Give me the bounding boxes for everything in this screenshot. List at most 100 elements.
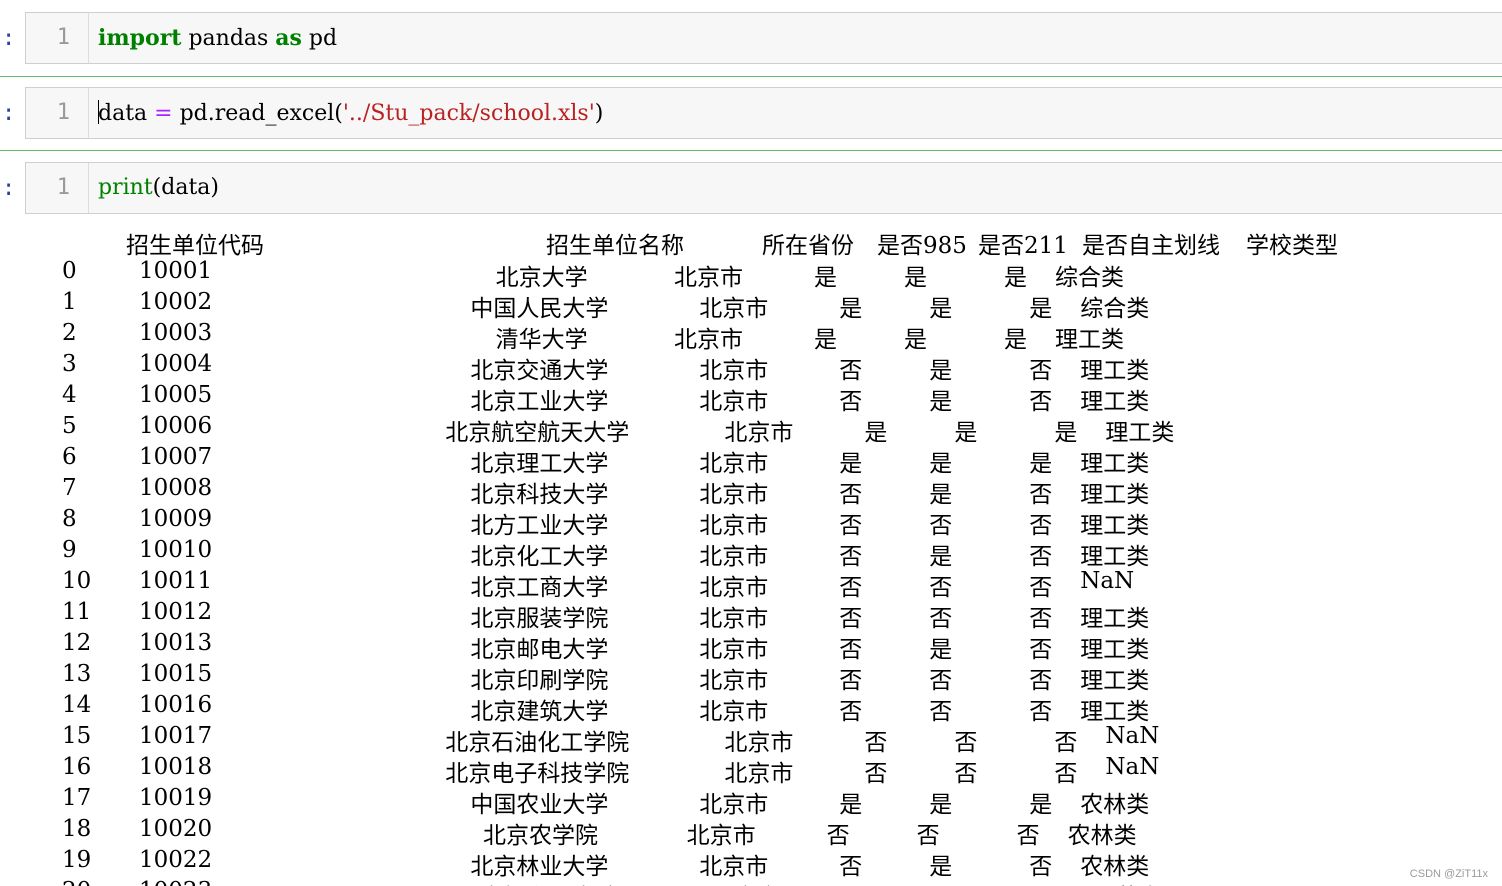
province: 北京市 — [699, 699, 769, 725]
unit-code: 10015 — [139, 661, 213, 687]
column-header: 是否985 — [877, 233, 967, 259]
unit-code: 10004 — [139, 351, 213, 377]
is-985: 否 — [839, 637, 863, 663]
table-row: 13 10015 北京印刷学院 北京市 否 否 否 理工类 — [0, 661, 1502, 694]
row-index: 10 — [62, 568, 92, 594]
row-index: 19 — [62, 847, 92, 873]
row-index: 6 — [62, 444, 77, 470]
notebook-cell-3[interactable]: : 1 print(data) — [0, 162, 1502, 216]
line-number: 1 — [56, 175, 70, 200]
is-985: 否 — [839, 699, 863, 725]
table-row: 7 10008 北京科技大学 北京市 否 是 否 理工类 — [0, 475, 1502, 508]
code-token: import — [98, 25, 182, 51]
province: 北京市 — [674, 265, 743, 291]
is-985: 是 — [839, 792, 863, 818]
is-211: 是 — [904, 327, 927, 353]
code-token: print — [98, 175, 153, 200]
table-row: 3 10004 北京交通大学 北京市 否 是 否 理工类 — [0, 351, 1502, 384]
province: 北京市 — [724, 730, 794, 756]
province: 北京市 — [699, 606, 769, 632]
unit-name: 北京电子科技学院 — [445, 761, 630, 787]
watermark: CSDN @ZiT11x — [1409, 868, 1488, 880]
unit-name: 北京大学 — [495, 265, 588, 291]
school-type: 综合类 — [1055, 265, 1124, 291]
school-type: 理工类 — [1080, 451, 1150, 477]
row-index: 13 — [62, 661, 92, 687]
cell-prompt: : — [2, 176, 16, 201]
is-985: 否 — [839, 513, 863, 539]
table-row: 19 10022 北京林业大学 北京市 否 是 否 农林类 — [0, 847, 1502, 880]
school-type: 理工类 — [1080, 389, 1150, 415]
is-985: 否 — [839, 575, 863, 601]
table-row: 14 10016 北京建筑大学 北京市 否 否 否 理工类 — [0, 692, 1502, 725]
is-985: 是 — [839, 451, 863, 477]
table-row: 6 10007 北京理工大学 北京市 是 是 是 理工类 — [0, 444, 1502, 477]
table-row: 18 10020 北京农学院 北京市 否 否 否 农林类 — [0, 816, 1502, 849]
code-editor[interactable]: 1 print(data) — [25, 162, 1502, 214]
unit-name: 北京工业大学 — [470, 389, 609, 415]
line-number: 1 — [56, 100, 70, 125]
code-token: as — [275, 25, 302, 51]
is-985: 是 — [839, 296, 863, 322]
school-type: 理工类 — [1080, 358, 1150, 384]
row-index: 5 — [62, 413, 77, 439]
is-985: 否 — [839, 854, 863, 880]
province: 北京市 — [712, 878, 781, 886]
school-type: 农林类 — [1067, 823, 1137, 849]
column-header: 学校类型 — [1246, 233, 1338, 259]
table-row: 4 10005 北京工业大学 北京市 否 是 否 理工类 — [0, 382, 1502, 415]
is-211: 是 — [929, 792, 953, 818]
code-editor[interactable]: 1 data = pd.read_excel('../Stu_pack/scho… — [25, 87, 1502, 139]
row-index: 7 — [62, 475, 77, 501]
code-editor[interactable]: 1 import pandas as pd — [25, 12, 1502, 64]
code-line[interactable]: data = pd.read_excel('../Stu_pack/school… — [98, 100, 603, 126]
unit-code: 10001 — [139, 258, 213, 284]
row-index: 18 — [62, 816, 92, 842]
row-index: 17 — [62, 785, 92, 811]
is-985: 否 — [826, 823, 850, 849]
province: 北京市 — [699, 482, 769, 508]
unit-code: 10007 — [139, 444, 213, 470]
column-header: 是否自主划线 — [1082, 233, 1220, 259]
is-self-line: 否 — [1042, 878, 1065, 886]
is-211: 否 — [954, 730, 978, 756]
row-index: 1 — [62, 289, 77, 315]
is-985: 否 — [839, 606, 863, 632]
table-row: 9 10010 北京化工大学 北京市 否 是 否 理工类 — [0, 537, 1502, 570]
province: 北京市 — [699, 544, 769, 570]
column-header: 招生单位名称 — [546, 233, 684, 259]
province: 北京市 — [686, 823, 756, 849]
unit-code: 10023 — [139, 878, 212, 886]
is-211: 是 — [929, 637, 953, 663]
table-row: 15 10017 北京石油化工学院 北京市 否 否 否 NaN — [0, 723, 1502, 756]
code-line[interactable]: print(data) — [98, 175, 219, 200]
school-type: 农林类 — [1080, 854, 1150, 880]
is-211: 否 — [929, 699, 953, 725]
column-header: 所在省份 — [762, 233, 854, 259]
school-type: 理工类 — [1080, 668, 1150, 694]
province: 北京市 — [699, 296, 769, 322]
row-index: 4 — [62, 382, 77, 408]
unit-code: 10003 — [139, 320, 213, 346]
is-self-line: 是 — [1029, 792, 1053, 818]
is-985: 否 — [864, 761, 888, 787]
school-type: 综合类 — [1080, 296, 1150, 322]
is-self-line: 否 — [1054, 761, 1078, 787]
table-row: 2 10003 清华大学 北京市 是 是 是 理工类 — [0, 320, 1502, 353]
school-type: 理工类 — [1080, 513, 1150, 539]
notebook-cell-2[interactable]: : 1 data = pd.read_excel('../Stu_pack/sc… — [0, 87, 1502, 141]
unit-code: 10006 — [139, 413, 213, 439]
unit-name: 北京交通大学 — [470, 358, 609, 384]
school-type: 理工类 — [1105, 420, 1175, 446]
unit-name: 北京农学院 — [483, 823, 598, 849]
code-line[interactable]: import pandas as pd — [98, 25, 337, 51]
school-type: NaN — [1105, 723, 1160, 749]
is-211: 是 — [929, 451, 953, 477]
unit-name: 北方工业大学 — [470, 513, 609, 539]
school-type: 理工类 — [1080, 637, 1150, 663]
is-211: 否 — [929, 606, 953, 632]
unit-name: 北京建筑大学 — [470, 699, 609, 725]
line-gutter: 1 — [26, 13, 89, 63]
notebook-cell-1[interactable]: : 1 import pandas as pd — [0, 12, 1502, 66]
province: 北京市 — [674, 327, 743, 353]
